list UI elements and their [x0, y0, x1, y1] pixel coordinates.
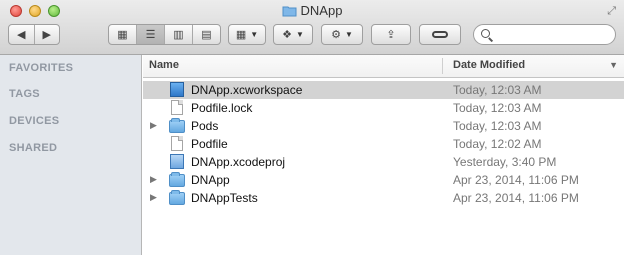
file-name: DNApp.xcworkspace: [191, 83, 303, 97]
list-item[interactable]: DNApp.xcworkspace Today, 12:03 AM: [143, 81, 624, 99]
search-icon: [481, 29, 490, 38]
list-item[interactable]: ▶ DNApp Apr 23, 2014, 11:06 PM: [143, 171, 624, 189]
sort-chevron-icon: ▼: [609, 60, 618, 70]
list-item[interactable]: ▶ DNAppTests Apr 23, 2014, 11:06 PM: [143, 189, 624, 207]
xcworkspace-icon: [169, 82, 185, 98]
sidebar-section-shared[interactable]: SHARED: [9, 142, 57, 154]
document-icon: [169, 136, 185, 152]
file-date: Today, 12:03 AM: [453, 101, 542, 115]
file-date: Today, 12:02 AM: [453, 137, 542, 151]
list-item[interactable]: DNApp.xcodeproj Yesterday, 3:40 PM: [143, 153, 624, 171]
folder-icon: [169, 172, 185, 188]
sidebar: FAVORITES TAGS DEVICES SHARED: [0, 55, 142, 255]
file-date: Apr 23, 2014, 11:06 PM: [453, 191, 579, 205]
coverflow-view-icon: ▤: [201, 29, 212, 41]
folder-icon: [169, 118, 185, 134]
title-bar: DNApp ⤢ ◀ ▶ ▦ ☰ ▥ ▤ ▦ ▼ ❖ ▼ ⚙ ▼ ⇪: [0, 0, 624, 55]
file-name: DNApp.xcodeproj: [191, 155, 286, 169]
arrange-button[interactable]: ▦ ▼: [228, 24, 266, 45]
list-view-icon: ☰: [145, 29, 156, 41]
share-icon: ⇪: [386, 29, 396, 41]
tag-button[interactable]: [419, 24, 461, 45]
chevron-down-icon: ▼: [344, 30, 353, 39]
action-button[interactable]: ⚙ ▼: [321, 24, 363, 45]
date-modified-column-header[interactable]: Date Modified: [453, 59, 525, 71]
chevron-down-icon: ▼: [250, 30, 259, 39]
disclosure-triangle-icon[interactable]: ▶: [150, 192, 157, 203]
sidebar-section-devices[interactable]: DEVICES: [9, 115, 59, 127]
file-name: Podfile: [191, 137, 228, 151]
document-icon: [169, 100, 185, 116]
forward-arrow-icon: ▶: [42, 29, 51, 41]
sidebar-section-favorites[interactable]: FAVORITES: [9, 62, 73, 74]
dropbox-button[interactable]: ❖ ▼: [273, 24, 313, 45]
list-item[interactable]: Podfile Today, 12:02 AM: [143, 135, 624, 153]
file-date: Today, 12:03 AM: [453, 119, 542, 133]
view-mode-control: ▦ ☰ ▥ ▤: [108, 24, 221, 45]
file-date: Yesterday, 3:40 PM: [453, 155, 557, 169]
file-name: Pods: [191, 119, 219, 133]
list-view-button[interactable]: ☰: [137, 25, 165, 44]
back-arrow-icon: ◀: [17, 29, 26, 41]
arrange-icon: ▦: [235, 29, 247, 41]
tag-icon: [432, 31, 448, 38]
file-date: Today, 12:03 AM: [453, 83, 542, 97]
icon-view-button[interactable]: ▦: [109, 25, 137, 44]
window-title: DNApp: [0, 3, 624, 20]
forward-button[interactable]: ▶: [35, 25, 60, 44]
sidebar-section-tags[interactable]: TAGS: [9, 88, 40, 100]
file-name: DNApp: [191, 173, 230, 187]
file-name: DNAppTests: [191, 191, 258, 205]
list-header: Name Date Modified ▼: [143, 55, 624, 78]
window-title-text: DNApp: [300, 3, 343, 18]
list-item[interactable]: Podfile.lock Today, 12:03 AM: [143, 99, 624, 117]
disclosure-triangle-icon[interactable]: ▶: [150, 120, 157, 131]
folder-icon: [169, 190, 185, 206]
back-button[interactable]: ◀: [9, 25, 35, 44]
finder-window: DNApp ⤢ ◀ ▶ ▦ ☰ ▥ ▤ ▦ ▼ ❖ ▼ ⚙ ▼ ⇪ FAVORI…: [0, 0, 624, 255]
share-button[interactable]: ⇪: [371, 24, 411, 45]
coverflow-view-button[interactable]: ▤: [193, 25, 220, 44]
fullscreen-icon[interactable]: ⤢: [607, 5, 616, 18]
back-forward-control: ◀ ▶: [8, 24, 60, 45]
search-field[interactable]: [473, 24, 616, 45]
file-name: Podfile.lock: [191, 101, 253, 115]
column-view-icon: ▥: [173, 29, 184, 41]
disclosure-triangle-icon[interactable]: ▶: [150, 174, 157, 185]
xcodeproj-icon: [169, 154, 185, 170]
dropbox-icon: ❖: [282, 29, 292, 41]
column-divider[interactable]: [442, 58, 443, 74]
file-list: Name Date Modified ▼ DNApp.xcworkspace T…: [143, 55, 624, 255]
file-date: Apr 23, 2014, 11:06 PM: [453, 173, 579, 187]
column-view-button[interactable]: ▥: [165, 25, 193, 44]
gear-icon: ⚙: [331, 29, 341, 41]
icon-view-icon: ▦: [117, 29, 128, 41]
chevron-down-icon: ▼: [295, 30, 304, 39]
name-column-header[interactable]: Name: [149, 59, 179, 71]
folder-icon: [282, 5, 297, 20]
list-item[interactable]: ▶ Pods Today, 12:03 AM: [143, 117, 624, 135]
